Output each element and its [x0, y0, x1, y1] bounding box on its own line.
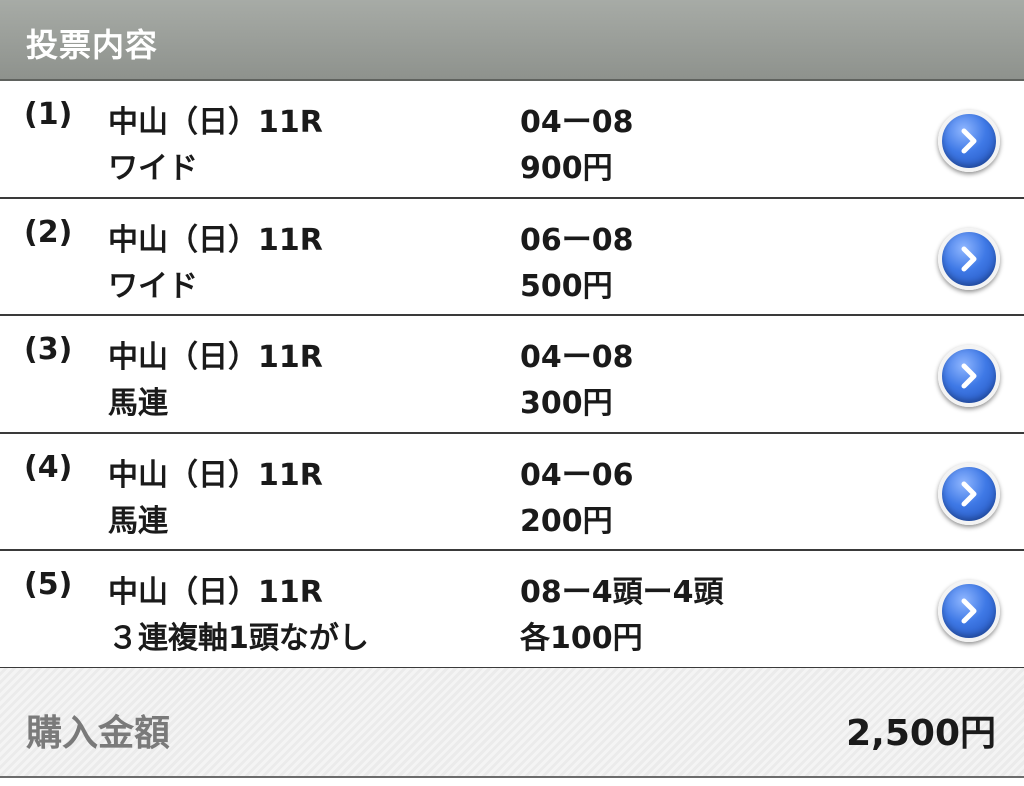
bet-row[interactable]: (4) 中山（日）11R 馬連 04ー06 200円 — [0, 433, 1024, 551]
bet-combination: 04ー08 — [520, 105, 634, 140]
bet-row[interactable]: (2) 中山（日）11R ワイド 06ー08 500円 — [0, 198, 1024, 316]
bet-amount: 300円 — [520, 386, 613, 421]
bet-list: (1) 中山（日）11R ワイド 04ー08 900円 (2) 中山（日）11R… — [0, 81, 1024, 669]
header-bar: 投票内容 — [0, 0, 1024, 81]
detail-button[interactable] — [938, 227, 1000, 290]
bet-amount: 500円 — [520, 268, 613, 304]
detail-button[interactable] — [938, 580, 1000, 642]
bet-amount: 200円 — [520, 503, 613, 539]
bet-index: (5) — [24, 567, 73, 602]
total-label: 購入金額 — [26, 713, 171, 754]
bet-amount: 各100円 — [520, 621, 643, 656]
bet-index: (1) — [24, 97, 73, 132]
chevron-right-icon — [961, 246, 977, 271]
bet-race: 中山（日）11R — [108, 222, 323, 258]
bet-type: 馬連 — [108, 503, 168, 539]
bet-combination: 06ー08 — [520, 222, 634, 258]
bet-race: 中山（日）11R — [108, 457, 323, 493]
bet-race: 中山（日）11R — [108, 105, 323, 140]
chevron-right-icon — [961, 363, 977, 389]
detail-button[interactable] — [938, 462, 1000, 525]
bet-type: ワイド — [108, 268, 198, 304]
bet-race: 中山（日）11R — [108, 575, 323, 610]
chevron-right-icon — [961, 481, 977, 506]
bet-amount: 900円 — [520, 151, 613, 186]
chevron-right-icon — [961, 128, 977, 154]
bet-index: (4) — [24, 449, 73, 485]
total-amount: 2,500円 — [846, 713, 996, 754]
bet-index: (3) — [24, 332, 73, 367]
bet-race: 中山（日）11R — [108, 340, 323, 375]
bet-row[interactable]: (1) 中山（日）11R ワイド 04ー08 900円 — [0, 81, 1024, 199]
detail-button[interactable] — [938, 345, 1000, 407]
bet-row[interactable]: (3) 中山（日）11R 馬連 04ー08 300円 — [0, 316, 1024, 434]
bet-type: 馬連 — [108, 386, 168, 421]
bet-combination: 08ー4頭ー4頭 — [520, 575, 724, 610]
bet-row[interactable]: (5) 中山（日）11R ３連複軸1頭ながし 08ー4頭ー4頭 各100円 — [0, 551, 1024, 669]
bet-type: ワイド — [108, 151, 198, 186]
bet-combination: 04ー08 — [520, 340, 634, 375]
detail-button[interactable] — [938, 110, 1000, 172]
page-title: 投票内容 — [26, 26, 159, 64]
chevron-right-icon — [961, 598, 977, 624]
bet-type: ３連複軸1頭ながし — [108, 621, 369, 656]
bet-index: (2) — [24, 214, 73, 250]
bet-combination: 04ー06 — [520, 457, 634, 493]
total-bar: 購入金額 2,500円 — [0, 668, 1024, 778]
